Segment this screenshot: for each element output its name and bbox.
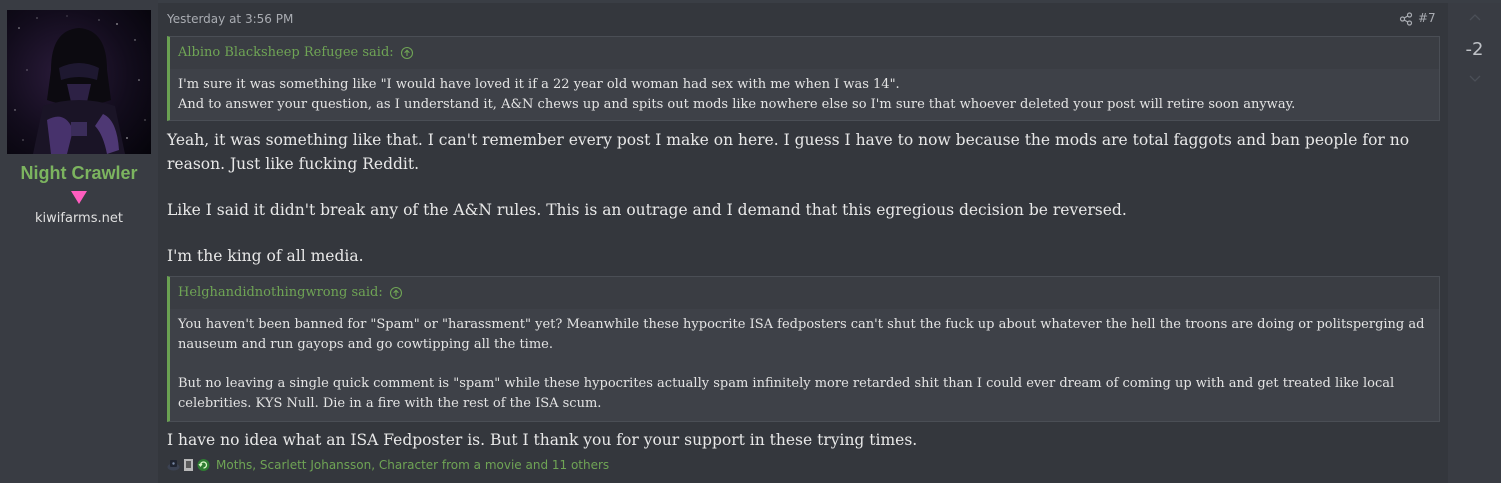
jump-to-quote-icon[interactable] bbox=[389, 286, 403, 300]
downvote-chevron-icon[interactable] bbox=[1469, 75, 1481, 83]
vote-score: -2 bbox=[1465, 39, 1484, 60]
share-icon[interactable] bbox=[1399, 12, 1413, 26]
quote-line: I'm sure it was something like "I would … bbox=[178, 77, 900, 92]
user-info-panel: Night Crawler kiwifarms.net bbox=[0, 0, 158, 483]
post-content: Yesterday at 3:56 PM #7 Albino Blackshee… bbox=[158, 3, 1448, 483]
quote-line: And to answer your question, as I unders… bbox=[178, 97, 1296, 112]
quote-header[interactable]: Helghandidnothingwrong said: bbox=[170, 277, 1439, 309]
upvote-chevron-icon[interactable] bbox=[1469, 13, 1481, 21]
character-reaction-icon bbox=[184, 459, 193, 471]
user-site-label: kiwifarms.net bbox=[35, 211, 123, 226]
quote-body: You haven't been banned for "Spam" or "h… bbox=[170, 309, 1439, 422]
post-timestamp[interactable]: Yesterday at 3:56 PM bbox=[167, 12, 293, 26]
jump-to-quote-icon[interactable] bbox=[400, 46, 414, 60]
post-paragraph: Like I said it didn't break any of the A… bbox=[167, 201, 1127, 219]
quote-author[interactable]: Albino Blacksheep Refugee said: bbox=[178, 37, 394, 69]
quote-body: I'm sure it was something like "I would … bbox=[170, 69, 1439, 123]
moth-reaction-icon bbox=[167, 460, 180, 471]
quote-paragraph: You haven't been banned for "Spam" or "h… bbox=[178, 317, 1425, 352]
quote-author[interactable]: Helghandidnothingwrong said: bbox=[178, 277, 383, 309]
post-number-link[interactable]: #7 bbox=[1418, 11, 1436, 25]
post-paragraph: I'm the king of all media. bbox=[167, 247, 364, 265]
quote-header[interactable]: Albino Blacksheep Refugee said: bbox=[170, 37, 1439, 69]
quote-block: Albino Blacksheep Refugee said: I'm sure… bbox=[167, 36, 1440, 121]
post-paragraph: Yeah, it was something like that. I can'… bbox=[167, 131, 1410, 173]
reactions-list-link[interactable]: Moths, Scarlett Johansson, Character fro… bbox=[216, 458, 609, 472]
quote-paragraph: But no leaving a single quick comment is… bbox=[178, 376, 1395, 411]
reactions-bar[interactable]: Moths, Scarlett Johansson, Character fro… bbox=[167, 458, 609, 472]
post-paragraph: I have no idea what an ISA Fedposter is.… bbox=[167, 431, 918, 449]
user-badge-triangle-icon bbox=[71, 191, 87, 204]
refresh-reaction-icon bbox=[197, 459, 210, 471]
avatar[interactable] bbox=[7, 10, 151, 154]
username[interactable]: Night Crawler bbox=[0, 163, 158, 184]
vote-panel: -2 bbox=[1448, 3, 1501, 483]
quote-block: Helghandidnothingwrong said: You haven't… bbox=[167, 276, 1440, 422]
avatar-image bbox=[14, 15, 146, 154]
